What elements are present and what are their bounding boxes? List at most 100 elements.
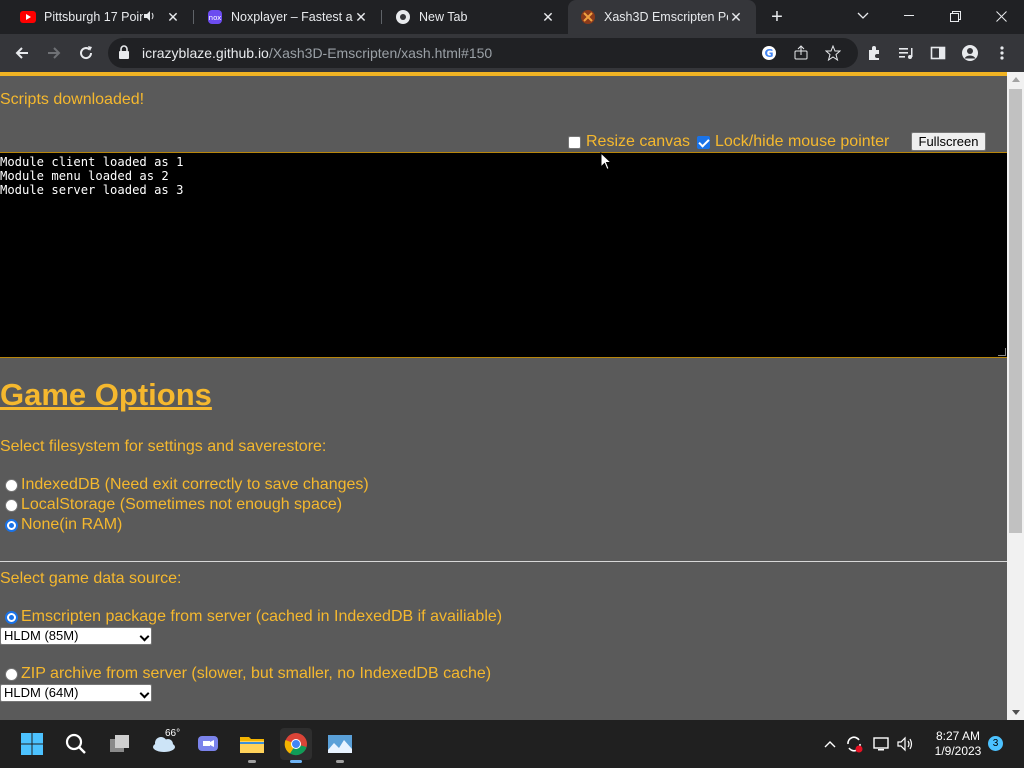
start-button[interactable] — [16, 728, 48, 760]
zip-archive-select[interactable]: HLDM (64M) — [0, 684, 152, 702]
tab-noxplayer[interactable]: nox Noxplayer – Fastest and ✕ — [187, 0, 381, 34]
resize-grip[interactable] — [998, 348, 1006, 356]
tab-xash3d[interactable]: Xash3D Emscripten Port ✕ — [568, 0, 756, 34]
tab-strip: Pittsburgh 17 Points ✕ nox Noxplayer – F… — [0, 0, 1024, 34]
task-view-icon[interactable] — [104, 728, 136, 760]
lock-mouse-checkbox[interactable] — [697, 135, 710, 149]
teams-chat-icon[interactable] — [192, 728, 224, 760]
emscripten-package-select[interactable]: HLDM (85M) — [0, 627, 152, 645]
filesystem-prompt: Select filesystem for settings and saver… — [0, 438, 327, 455]
fs-option-none[interactable]: None(in RAM) — [5, 516, 122, 534]
new-tab-button[interactable]: + — [766, 6, 788, 28]
sync-icon[interactable] — [844, 734, 864, 754]
fs-option-localstorage[interactable]: LocalStorage (Sometimes not enough space… — [5, 496, 342, 514]
resize-canvas-option[interactable]: Resize canvas — [568, 132, 690, 152]
lock-mouse-option[interactable]: Lock/hide mouse pointer — [697, 132, 889, 152]
close-tab-icon[interactable]: ✕ — [728, 9, 744, 25]
notification-badge[interactable]: 3 — [988, 736, 1003, 751]
profile-avatar-icon[interactable] — [960, 43, 980, 63]
radio-label: ZIP archive from server (slower, but sma… — [21, 665, 492, 682]
radio-label: Emscripten package from server (cached i… — [21, 608, 503, 625]
tab-search-icon[interactable] — [840, 0, 886, 32]
tab-newtab[interactable]: New Tab ✕ — [375, 0, 568, 34]
forward-button[interactable] — [40, 39, 68, 67]
page-content: Scripts downloaded! Resize canvas Lock/h… — [0, 72, 1007, 720]
scroll-up-arrow[interactable] — [1012, 77, 1020, 82]
network-icon[interactable] — [872, 734, 892, 754]
side-panel-icon[interactable] — [928, 43, 948, 63]
chevron-down-icon — [139, 631, 150, 642]
close-tab-icon[interactable]: ✕ — [353, 9, 369, 25]
data-source-prompt: Select game data source: — [0, 570, 182, 587]
tab-title: Noxplayer – Fastest and — [231, 10, 353, 24]
volume-icon[interactable] — [896, 734, 916, 754]
divider — [0, 561, 1007, 562]
weather-temp: 66° — [165, 728, 181, 739]
speaker-icon[interactable] — [143, 10, 155, 25]
resize-canvas-checkbox[interactable] — [568, 135, 581, 149]
source-option-zip[interactable]: ZIP archive from server (slower, but sma… — [5, 665, 491, 683]
select-value: HLDM (85M) — [4, 628, 79, 643]
running-indicator — [248, 760, 256, 763]
game-options-heading: Game Options — [0, 377, 212, 412]
status-text: Scripts downloaded! — [0, 91, 145, 108]
running-indicator — [336, 760, 344, 763]
fs-option-indexeddb[interactable]: IndexedDB (Need exit correctly to save c… — [5, 476, 369, 494]
lock-icon[interactable] — [118, 45, 134, 61]
mouse-pointer-icon — [600, 151, 613, 176]
address-bar[interactable]: icrazyblaze.github.io/Xash3D-Emscripten/… — [108, 38, 858, 68]
select-value: HLDM (64M) — [4, 685, 79, 700]
photos-app-icon[interactable] — [324, 728, 356, 763]
noxplayer-icon: nox — [207, 9, 223, 25]
chrome-taskbar-icon[interactable] — [280, 728, 312, 763]
reload-button[interactable] — [72, 39, 100, 67]
share-icon[interactable] — [792, 44, 810, 62]
radio-label: LocalStorage (Sometimes not enough space… — [21, 496, 343, 513]
system-clock[interactable]: 8:27 AM 1/9/2023 — [930, 729, 986, 759]
radio-button[interactable] — [5, 498, 18, 512]
back-button[interactable] — [8, 39, 36, 67]
scrollbar-thumb[interactable] — [1009, 89, 1022, 533]
scroll-down-arrow[interactable] — [1012, 710, 1020, 715]
svg-text:nox: nox — [209, 14, 222, 22]
top-progress-line — [0, 72, 1007, 76]
console-line: Module server loaded as 3 — [0, 183, 184, 197]
clock-time: 8:27 AM — [935, 729, 981, 743]
tab-youtube[interactable]: Pittsburgh 17 Points ✕ — [0, 0, 193, 34]
windows-taskbar: 66° 8:27 AM 1/9/2023 3 — [0, 720, 1024, 768]
bookmark-star-icon[interactable] — [824, 44, 842, 62]
youtube-icon — [20, 9, 36, 25]
file-explorer-icon[interactable] — [236, 728, 268, 763]
browser-toolbar: icrazyblaze.github.io/Xash3D-Emscripten/… — [0, 34, 1024, 72]
radio-button[interactable] — [5, 478, 18, 492]
radio-button[interactable] — [5, 610, 18, 624]
media-control-icon[interactable] — [896, 43, 916, 63]
radio-label: None(in RAM) — [21, 516, 123, 533]
tab-title: New Tab — [419, 10, 468, 24]
url-path: /Xash3D-Emscripten/xash.html#150 — [268, 45, 493, 61]
close-tab-icon[interactable]: ✕ — [165, 9, 181, 25]
console-line: Module menu loaded as 2 — [0, 169, 169, 183]
xash-icon — [580, 9, 596, 25]
svg-text:G: G — [764, 47, 773, 60]
search-icon[interactable] — [60, 728, 92, 760]
close-window-button[interactable] — [978, 0, 1024, 32]
extensions-icon[interactable] — [864, 43, 884, 63]
output-console[interactable]: Module client loaded as 1 Module menu lo… — [0, 152, 1007, 358]
radio-button[interactable] — [5, 518, 18, 532]
chrome-menu-icon[interactable] — [992, 43, 1012, 63]
vertical-scrollbar[interactable] — [1007, 72, 1024, 720]
chevron-down-icon — [139, 688, 150, 699]
fullscreen-button[interactable]: Fullscreen — [911, 132, 986, 151]
google-lens-icon[interactable]: G — [760, 44, 778, 62]
source-option-emscripten[interactable]: Emscripten package from server (cached i… — [5, 608, 502, 626]
restore-button[interactable] — [932, 0, 978, 32]
chrome-icon — [395, 9, 411, 25]
minimize-button[interactable] — [886, 0, 932, 32]
radio-button[interactable] — [5, 667, 18, 681]
active-indicator — [290, 760, 302, 763]
resize-canvas-label: Resize canvas — [586, 133, 691, 150]
close-tab-icon[interactable]: ✕ — [540, 9, 556, 25]
clock-date: 1/9/2023 — [934, 744, 982, 758]
chevron-up-icon[interactable] — [820, 734, 840, 754]
